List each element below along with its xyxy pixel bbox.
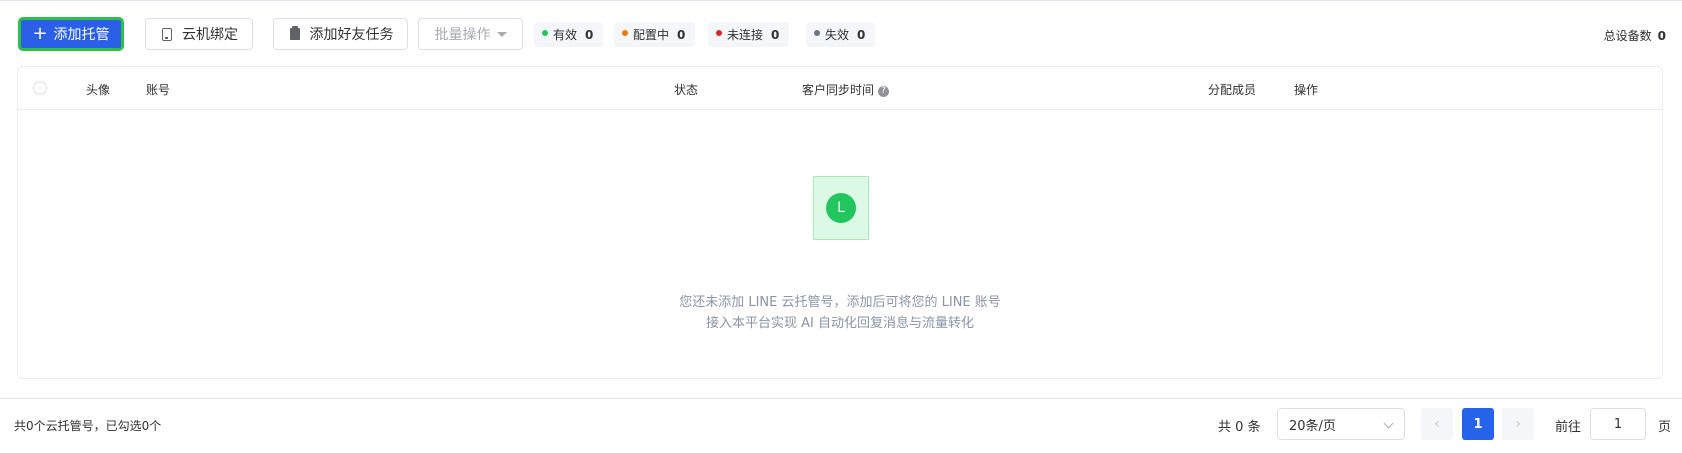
column-header-members: 分配成员	[1208, 83, 1257, 97]
status-chip-unconnected[interactable]: 未连接 0	[708, 22, 790, 47]
toolbar: + 添加托管 云机绑定 添加好友任务 批量操作 有效 0 配置中 0 未连接 0…	[16, 17, 1666, 52]
total-devices-label: 总设备数	[1603, 29, 1652, 43]
status-chip-count: 0	[857, 27, 866, 42]
status-dot-icon	[622, 29, 628, 36]
empty-state-text-line1: 您还未添加 LINE 云托管号，添加后可将您的 LINE 账号	[679, 295, 1001, 310]
selection-summary: 共0个云托管号，已勾选0个	[14, 419, 162, 433]
status-chip-invalid[interactable]: 失效 0	[806, 22, 876, 47]
add-hosting-button[interactable]: + 添加托管	[18, 17, 124, 51]
cloud-bind-label: 云机绑定	[182, 27, 238, 43]
add-hosting-label: 添加托管	[53, 27, 110, 43]
column-header-sync-time: 客户同步时间?	[802, 81, 890, 98]
status-dot-icon	[542, 29, 548, 36]
cloud-bind-button[interactable]: 云机绑定	[145, 18, 253, 50]
top-divider	[0, 0, 1682, 1]
footer-divider	[0, 398, 1682, 399]
column-header-status: 状态	[674, 83, 699, 97]
status-chip-count: 0	[771, 27, 780, 42]
status-chip-valid[interactable]: 有效 0	[534, 22, 604, 47]
help-icon[interactable]: ?	[878, 86, 890, 97]
status-chip-count: 0	[585, 27, 594, 42]
bulk-actions-label: 批量操作	[434, 27, 491, 43]
column-header-account: 账号	[146, 83, 171, 97]
bulk-actions-dropdown[interactable]: 批量操作	[418, 18, 523, 50]
status-dot-icon	[814, 29, 820, 36]
column-header-avatar: 头像	[86, 83, 111, 97]
add-friend-task-button[interactable]: 添加好友任务	[273, 18, 408, 50]
line-logo-icon: L	[813, 176, 869, 240]
line-logo-badge: L	[826, 193, 856, 223]
empty-state-text-line2: 接入本平台实现 AI 自动化回复消息与流量转化	[706, 316, 974, 331]
column-header-ops: 操作	[1294, 83, 1319, 97]
status-chip-configuring[interactable]: 配置中 0	[614, 22, 696, 47]
status-chip-label: 配置中	[633, 28, 670, 42]
accounts-table: 头像 账号 状态 客户同步时间? 分配成员 操作 L 您还未添加 LINE 云托…	[17, 66, 1663, 379]
chevron-right-icon: ›	[1515, 416, 1521, 432]
prev-page-button[interactable]: ‹	[1421, 408, 1453, 440]
pagination-total: 共 0 条	[1218, 420, 1261, 435]
column-header-sync-time-label: 客户同步时间	[802, 83, 875, 97]
chevron-left-icon: ‹	[1434, 416, 1440, 432]
goto-label: 前往	[1555, 420, 1582, 435]
add-friend-task-label: 添加好友任务	[309, 27, 394, 43]
phone-icon	[160, 27, 174, 41]
select-all-checkbox[interactable]	[33, 81, 47, 95]
next-page-button[interactable]: ›	[1502, 408, 1534, 440]
goto-suffix: 页	[1658, 420, 1672, 435]
status-chip-label: 失效	[825, 28, 850, 42]
table-header: 头像 账号 状态 客户同步时间? 分配成员 操作	[18, 67, 1662, 110]
total-devices-count: 0	[1657, 29, 1666, 43]
status-chip-label: 未连接	[727, 28, 764, 42]
total-devices: 总设备数 0	[1604, 27, 1666, 44]
page-size-select[interactable]: 20条/页	[1277, 408, 1405, 440]
chevron-down-icon	[1383, 418, 1394, 429]
page-number-button[interactable]: 1	[1462, 408, 1494, 440]
status-chip-label: 有效	[553, 28, 578, 42]
status-dot-icon	[716, 29, 722, 36]
caret-down-icon	[496, 31, 507, 37]
clipboard-icon	[288, 26, 302, 41]
page-size-value: 20条/页	[1289, 418, 1336, 434]
goto-page-input[interactable]	[1590, 408, 1646, 440]
plus-icon: +	[32, 23, 48, 44]
status-chip-count: 0	[677, 27, 686, 42]
